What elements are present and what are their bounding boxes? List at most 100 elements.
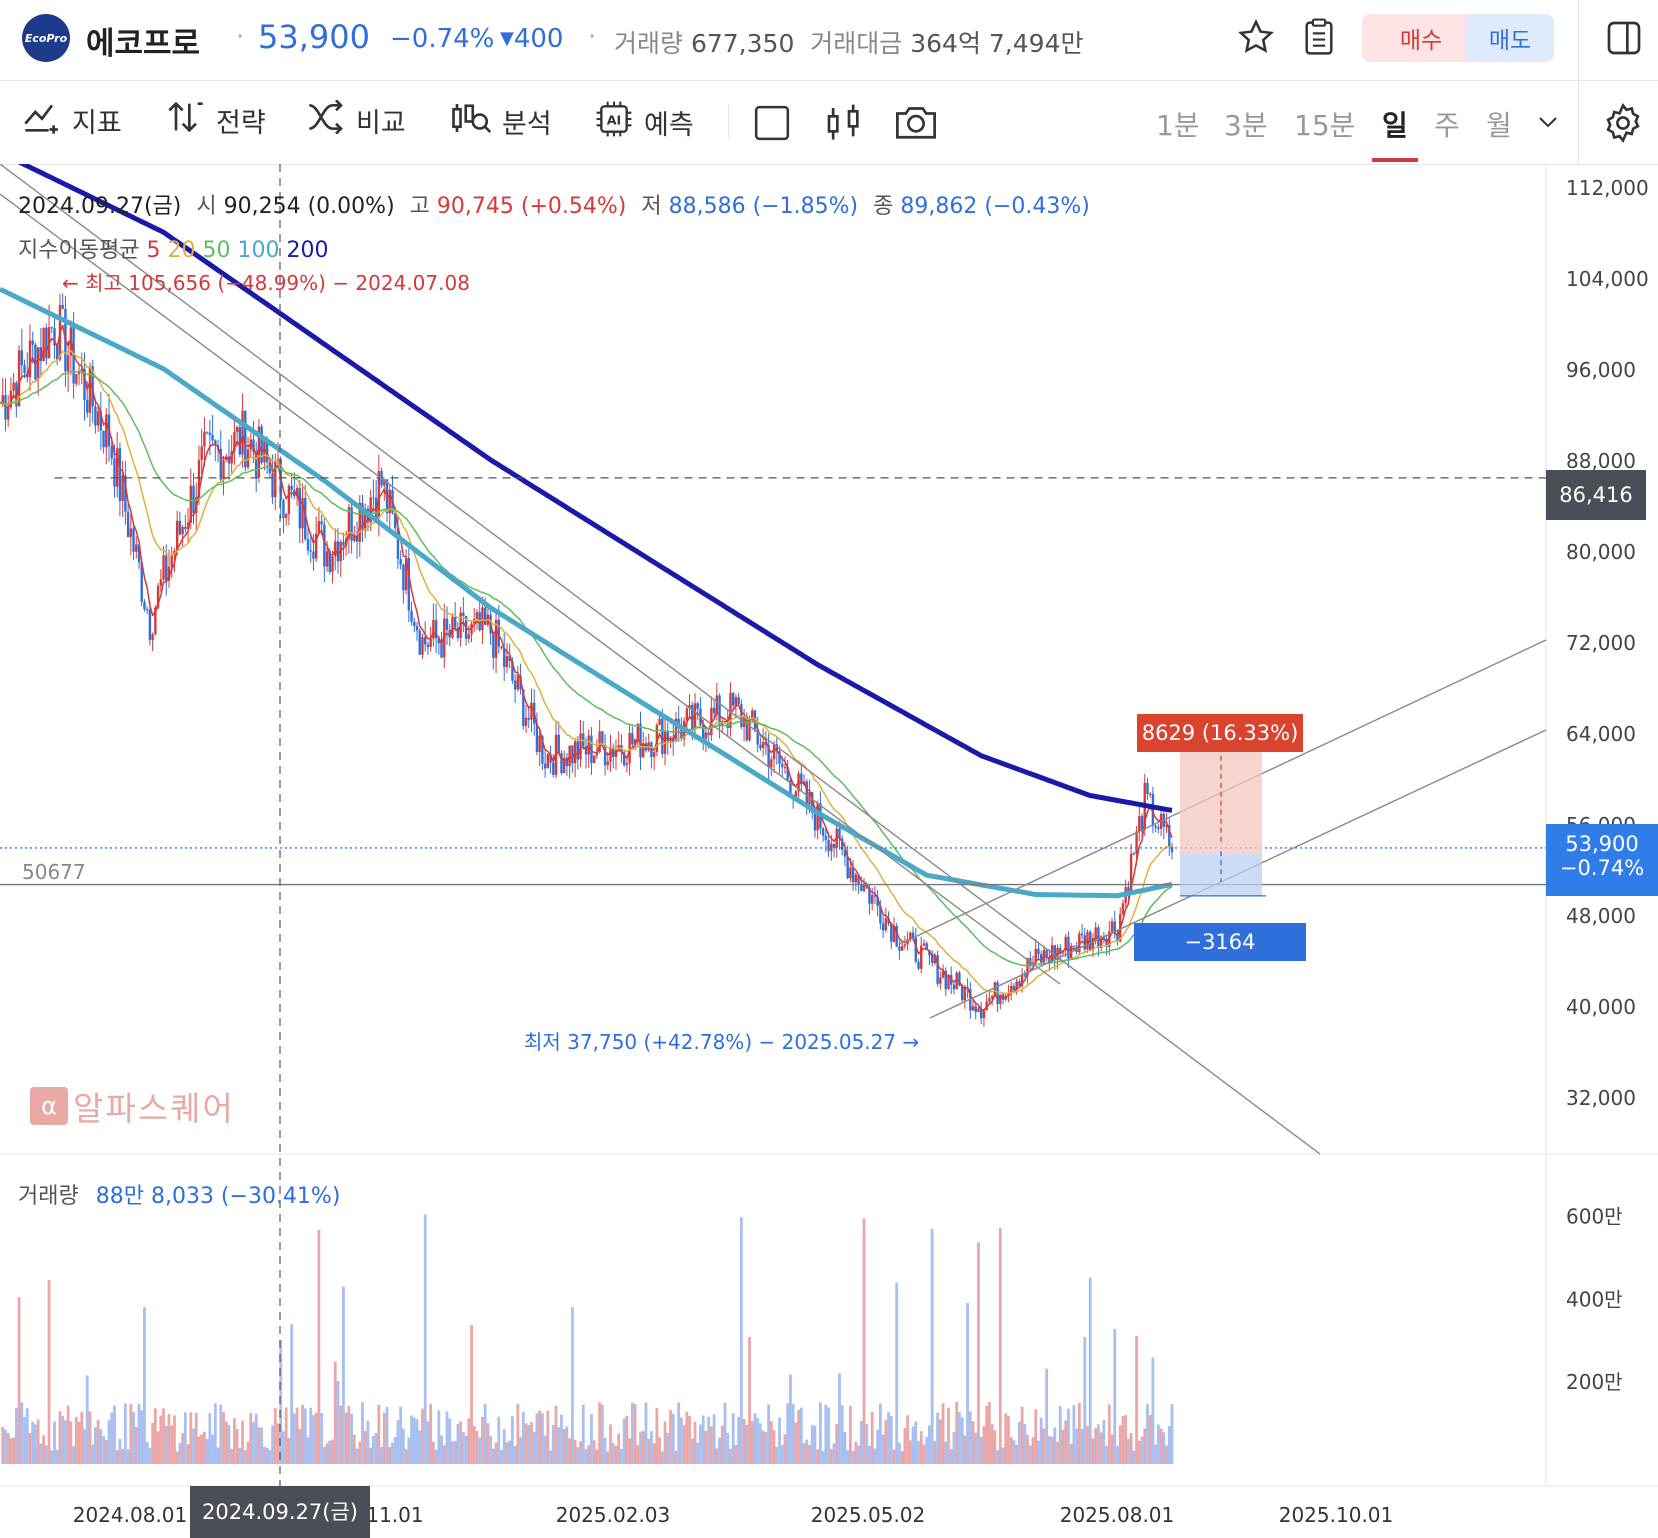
volume-bar [606, 1451, 610, 1464]
active-tab-indicator [1372, 158, 1418, 162]
timeframe-month[interactable]: 월 [1486, 104, 1512, 144]
volume-bar [467, 1418, 471, 1464]
candle-body [413, 621, 416, 627]
candle-body [557, 734, 560, 754]
tool-indicator[interactable]: 지표 [22, 100, 122, 141]
buy-button[interactable]: 매수 [1362, 14, 1480, 62]
candle-body [982, 1010, 986, 1019]
candle-body [410, 610, 413, 622]
volume-bar [110, 1412, 114, 1464]
volume-bar [192, 1428, 195, 1464]
price-chart[interactable]: 112,000104,00096,00088,00080,00072,00064… [0, 164, 1658, 1538]
volume-bar [181, 1433, 185, 1464]
tool-strategy[interactable]: 전략 [166, 100, 266, 141]
candle-body [334, 541, 337, 557]
volume-bar [173, 1415, 176, 1464]
star-icon[interactable] [1237, 18, 1275, 60]
panel-toggle-icon[interactable] [1604, 18, 1644, 62]
candle-body [42, 327, 45, 361]
timeframe-week[interactable]: 주 [1434, 104, 1460, 144]
volume-bar [633, 1403, 637, 1464]
volume-bar [238, 1447, 242, 1464]
candle-body [639, 723, 642, 758]
volume-bar [587, 1445, 591, 1464]
time-axis-tick: 11.01 [366, 1503, 423, 1527]
candles-group [1, 293, 1174, 1027]
timeframe-day[interactable]: 일 [1382, 104, 1408, 144]
volume-bar [1132, 1450, 1136, 1464]
volume-bar [164, 1425, 168, 1464]
candle-body [135, 544, 138, 552]
volume-bar [1099, 1432, 1103, 1464]
tool-analysis[interactable]: 분석 [450, 100, 552, 143]
candle-body [503, 648, 506, 668]
volume-bar [958, 1412, 961, 1464]
volume-bar [739, 1217, 743, 1464]
down-measure-box [1180, 853, 1262, 896]
candle-body [320, 521, 323, 525]
tool-compare[interactable]: 비교 [306, 99, 406, 141]
candle-body [761, 741, 765, 749]
volume-bar [344, 1412, 348, 1464]
volume-bar [614, 1445, 618, 1464]
volume-bar [342, 1286, 345, 1464]
watermark: α 알파스퀘어 [30, 1082, 235, 1130]
volume-bar [126, 1449, 130, 1464]
current-price: 53,900 [258, 18, 370, 56]
volume-bar [235, 1428, 239, 1464]
sell-button[interactable]: 매도 [1466, 14, 1554, 62]
separator-dot: · [236, 22, 245, 52]
alpha-logo-icon: α [30, 1087, 68, 1125]
price-axis-tick: 80,000 [1566, 540, 1636, 564]
volume-bar [873, 1448, 877, 1464]
candle-body [290, 485, 293, 491]
memo-icon[interactable] [1300, 18, 1338, 62]
candle-body [974, 1006, 977, 1012]
candle-body [298, 488, 302, 529]
timeframe-1min[interactable]: 1분 [1156, 104, 1200, 144]
tool-predict[interactable]: AI 예측 [594, 100, 694, 145]
volume-bar [292, 1413, 296, 1464]
volume-bar [121, 1448, 125, 1464]
volume-bar [1028, 1445, 1032, 1464]
volume-bar [1102, 1420, 1106, 1464]
level-label: 50677 [22, 860, 86, 884]
volume-bar [1083, 1337, 1087, 1464]
volume-bar [658, 1437, 661, 1464]
volume-bar [966, 1303, 969, 1464]
volume-bar [123, 1403, 127, 1464]
volume-bar [1053, 1427, 1057, 1464]
indicator-icon [22, 100, 62, 141]
candlestick-icon[interactable] [824, 102, 864, 148]
candle-body [601, 731, 604, 745]
volume-bar [1151, 1357, 1155, 1464]
volume-bar [977, 1242, 980, 1464]
stock-name[interactable]: 에코프로 [86, 18, 200, 63]
volume-bar [764, 1432, 768, 1464]
volume-bar [170, 1425, 174, 1464]
volume-bar [85, 1375, 89, 1464]
volume-bar [1159, 1428, 1163, 1464]
timeframe-15min[interactable]: 15분 [1294, 104, 1355, 144]
timeframe-3min[interactable]: 3분 [1224, 104, 1268, 144]
gear-icon[interactable] [1602, 102, 1644, 148]
volume-bar [998, 1227, 1002, 1464]
square-draw-icon[interactable] [752, 104, 792, 146]
volume-bar [709, 1426, 713, 1464]
volume-bar [219, 1404, 223, 1464]
camera-icon[interactable] [894, 102, 938, 146]
volume-bar [723, 1402, 727, 1464]
volume-bar [960, 1417, 964, 1464]
volume-bar [1156, 1424, 1160, 1464]
volume-bar [407, 1437, 411, 1464]
ma-legend[interactable]: 지수이동평균 5 20 50 100 200 [18, 232, 328, 264]
volume-bar [1061, 1429, 1065, 1464]
volume-bar [922, 1444, 926, 1464]
chevron-down-icon[interactable] [1536, 112, 1560, 136]
candle-body [1138, 816, 1141, 832]
volume-bar [80, 1412, 84, 1464]
candle-body [851, 867, 855, 883]
volume-bar [892, 1449, 896, 1464]
volume-bar [107, 1420, 111, 1464]
volume-bar [947, 1407, 950, 1464]
